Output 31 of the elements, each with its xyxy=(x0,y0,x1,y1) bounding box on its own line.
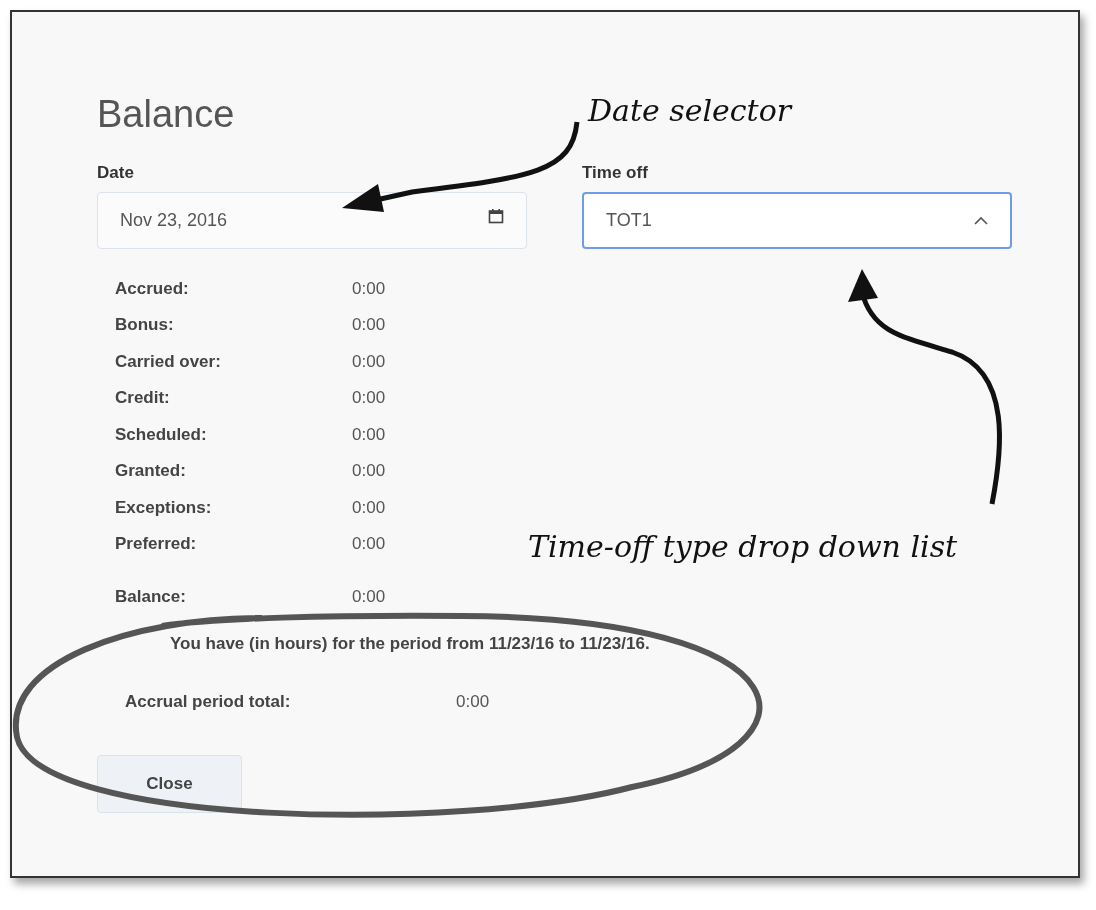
date-field[interactable]: Nov 23, 2016 xyxy=(97,191,527,249)
row-label: Scheduled: xyxy=(115,423,207,446)
row-value: 0:00 xyxy=(352,387,386,409)
row-label: Bonus: xyxy=(115,314,174,336)
balance-label: Balance: xyxy=(115,585,186,608)
caret-icon xyxy=(974,215,988,225)
row-value: 0:00 xyxy=(352,496,386,519)
calendar-icon xyxy=(488,208,504,224)
row-label: Carried over: xyxy=(115,350,221,373)
row-label: Credit: xyxy=(115,387,170,409)
annotation-text: Time-off type drop down list xyxy=(528,528,958,566)
field-label: Date xyxy=(97,162,134,184)
row-label: Accrued: xyxy=(115,277,189,300)
row-value: 0:00 xyxy=(352,350,386,373)
accrual-total-label: Accrual period total: xyxy=(125,691,292,713)
row-label: Granted: xyxy=(115,460,186,482)
row-value: 0:00 xyxy=(352,460,386,482)
field-label: Time off xyxy=(582,162,648,184)
annotation-text: Date selector xyxy=(588,92,792,130)
row-value: 0:00 xyxy=(352,423,386,446)
row-label: Preferred: xyxy=(115,533,197,555)
row-value: 0:00 xyxy=(352,533,386,555)
row-value: 0:00 xyxy=(352,314,386,336)
row-label: Exceptions: xyxy=(115,496,212,519)
balance-value: 0:00 xyxy=(352,585,386,608)
period-note: You have (in hours) for the period from 11/23/16 to 11/23/16. xyxy=(170,632,650,655)
row-value: 0:00 xyxy=(352,277,386,300)
time-off-dropdown[interactable]: TOT1 xyxy=(582,191,1012,249)
dialog-title: Balance xyxy=(97,92,235,137)
close-button[interactable]: Close xyxy=(97,754,242,813)
accrual-total-value: 0:00 xyxy=(456,691,490,713)
